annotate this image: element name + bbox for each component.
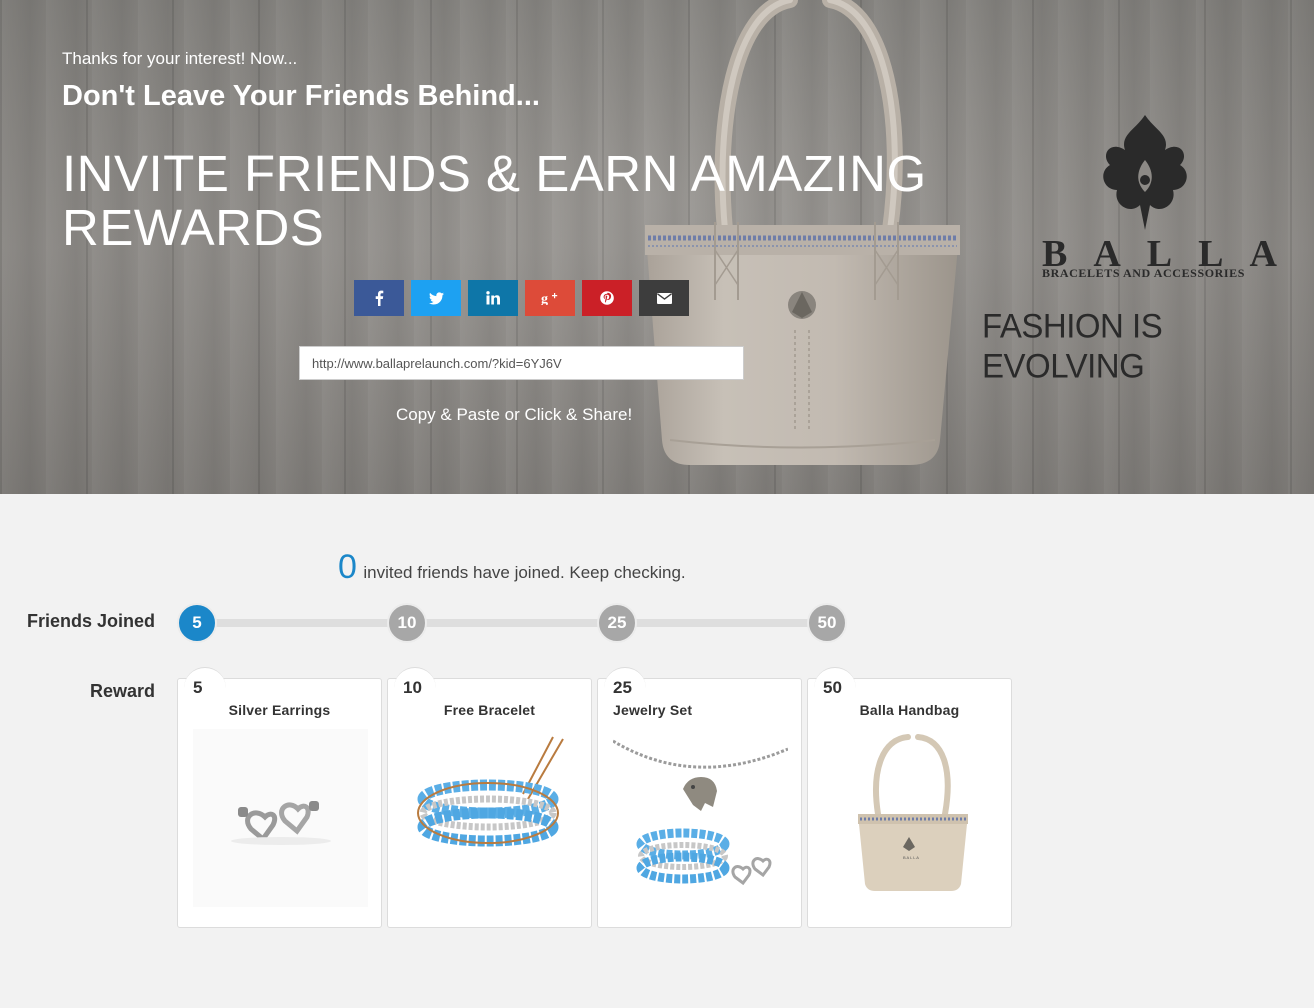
reward-name: Silver Earrings bbox=[228, 702, 331, 718]
reward-label: Reward bbox=[90, 681, 156, 701]
facebook-icon bbox=[375, 290, 384, 306]
twitter-icon bbox=[428, 291, 444, 304]
brand-emblem-icon bbox=[1103, 115, 1187, 230]
reward-name: Balla Handbag bbox=[859, 702, 960, 718]
google-plus-icon: g bbox=[541, 292, 558, 305]
card-tab bbox=[184, 667, 226, 693]
reward-card-balla-handbag: 50 Balla Handbag B A L L A bbox=[807, 667, 1012, 928]
google-plus-share-button[interactable]: g bbox=[525, 280, 575, 316]
milestone-50: 50 bbox=[807, 603, 847, 643]
svg-text:g: g bbox=[541, 292, 548, 305]
reward-name: Free Bracelet bbox=[443, 702, 536, 718]
hero-banner: Thanks for your interest! Now... Don't L… bbox=[0, 0, 1314, 494]
milestone-25: 25 bbox=[597, 603, 637, 643]
reward-card-silver-earrings: 5 Silver Earrings bbox=[177, 667, 382, 928]
linkedin-share-button[interactable] bbox=[468, 280, 518, 316]
referral-url-input[interactable] bbox=[299, 346, 744, 380]
invite-count-number: 0 bbox=[338, 548, 357, 586]
headline: INVITE FRIENDS & EARN AMAZING REWARDS bbox=[62, 145, 927, 256]
twitter-share-button[interactable] bbox=[411, 280, 461, 316]
email-share-button[interactable] bbox=[639, 280, 689, 316]
progress-track bbox=[197, 619, 827, 627]
share-buttons: g bbox=[354, 280, 689, 316]
linkedin-icon bbox=[486, 291, 500, 305]
handbag-image: B A L L A bbox=[823, 729, 998, 907]
milestone-10: 10 bbox=[387, 603, 427, 643]
sub-title: Don't Leave Your Friends Behind... bbox=[62, 80, 540, 112]
brand-slogan: FASHION IS EVOLVING bbox=[982, 306, 1163, 385]
reward-level: 10 bbox=[403, 678, 422, 697]
email-icon bbox=[656, 292, 672, 304]
pinterest-icon bbox=[600, 291, 614, 305]
reward-level: 50 bbox=[823, 678, 842, 697]
invite-count: 0 invited friends have joined. Keep chec… bbox=[338, 548, 686, 587]
brand-tagline: BRACELETS AND ACCESSORIES bbox=[1042, 266, 1246, 280]
bracelet-image bbox=[403, 729, 578, 907]
reward-card-jewelry-set: 25 Jewelry Set bbox=[597, 667, 802, 928]
pinterest-share-button[interactable] bbox=[582, 280, 632, 316]
pre-title: Thanks for your interest! Now... bbox=[62, 49, 298, 68]
reward-level: 25 bbox=[613, 678, 632, 697]
facebook-share-button[interactable] bbox=[354, 280, 404, 316]
reward-name: Jewelry Set bbox=[613, 702, 693, 718]
reward-card-free-bracelet: 10 Free Bracelet bbox=[387, 667, 592, 928]
svg-text:B A L L A: B A L L A bbox=[903, 855, 919, 860]
invite-count-text: invited friends have joined. Keep checki… bbox=[363, 563, 686, 582]
copy-hint: Copy & Paste or Click & Share! bbox=[396, 405, 633, 424]
milestone-5: 5 bbox=[177, 603, 217, 643]
reward-level: 5 bbox=[193, 678, 203, 697]
friends-joined-label: Friends Joined bbox=[27, 611, 156, 631]
jewelry-set-image bbox=[613, 729, 788, 907]
earrings-image bbox=[193, 729, 368, 907]
